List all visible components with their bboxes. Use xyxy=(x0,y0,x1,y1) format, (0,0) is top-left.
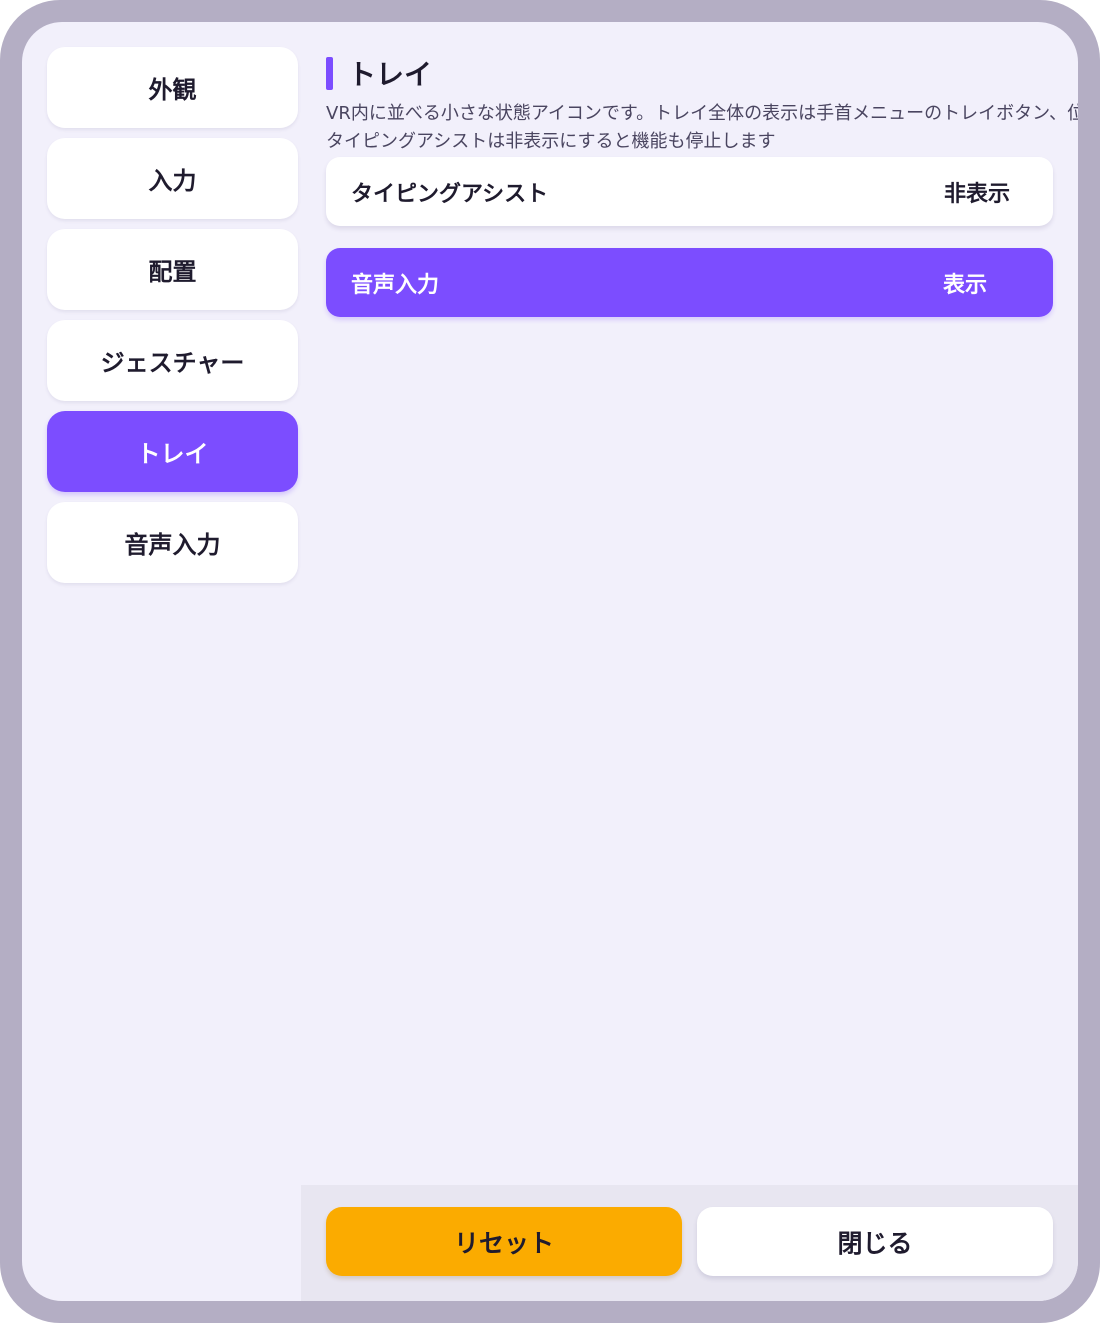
title-accent-bar xyxy=(326,56,333,90)
setting-value: 表示 xyxy=(942,272,987,298)
setting-row-typing-assist[interactable]: タイピングアシスト 非表示 xyxy=(326,157,1053,226)
section-title: トレイ xyxy=(348,58,433,91)
description-line-2: タイピングアシストは非表示にすると機能も停止します xyxy=(326,131,776,152)
main-content: トレイ VR内に並べる小さな状態アイコンです。トレイ全体の表示は手首メニューのト… xyxy=(326,22,1078,1185)
setting-value: 非表示 xyxy=(943,181,1010,207)
sidebar-item-gesture[interactable]: ジェスチャー xyxy=(47,320,298,401)
sidebar-item-appearance[interactable]: 外観 xyxy=(47,47,298,128)
setting-label: 音声入力 xyxy=(351,272,440,298)
setting-row-voice-input[interactable]: 音声入力 表示 xyxy=(326,248,1053,317)
setting-label: タイピングアシスト xyxy=(351,181,549,207)
section-header: トレイ xyxy=(326,56,433,91)
section-description: VR内に並べる小さな状態アイコンです。トレイ全体の表示は手首メニューのトレイボタ… xyxy=(326,100,1078,156)
settings-panel: 外観 入力 配置 ジェスチャー トレイ 音声入力 トレイ VR内に並べる小さな状… xyxy=(22,22,1078,1301)
sidebar-item-layout[interactable]: 配置 xyxy=(47,229,298,310)
close-button[interactable]: 閉じる xyxy=(697,1207,1053,1276)
sidebar-item-tray[interactable]: トレイ xyxy=(47,411,298,492)
reset-button[interactable]: リセット xyxy=(326,1207,682,1276)
footer-bar: リセット 閉じる xyxy=(301,1185,1078,1301)
window-frame: 外観 入力 配置 ジェスチャー トレイ 音声入力 トレイ VR内に並べる小さな状… xyxy=(0,0,1100,1323)
sidebar-item-voice-input[interactable]: 音声入力 xyxy=(47,502,298,583)
sidebar-item-input[interactable]: 入力 xyxy=(47,138,298,219)
description-line-1: VR内に並べる小さな状態アイコンです。トレイ全体の表示は手首メニューのトレイボタ… xyxy=(326,103,1078,124)
